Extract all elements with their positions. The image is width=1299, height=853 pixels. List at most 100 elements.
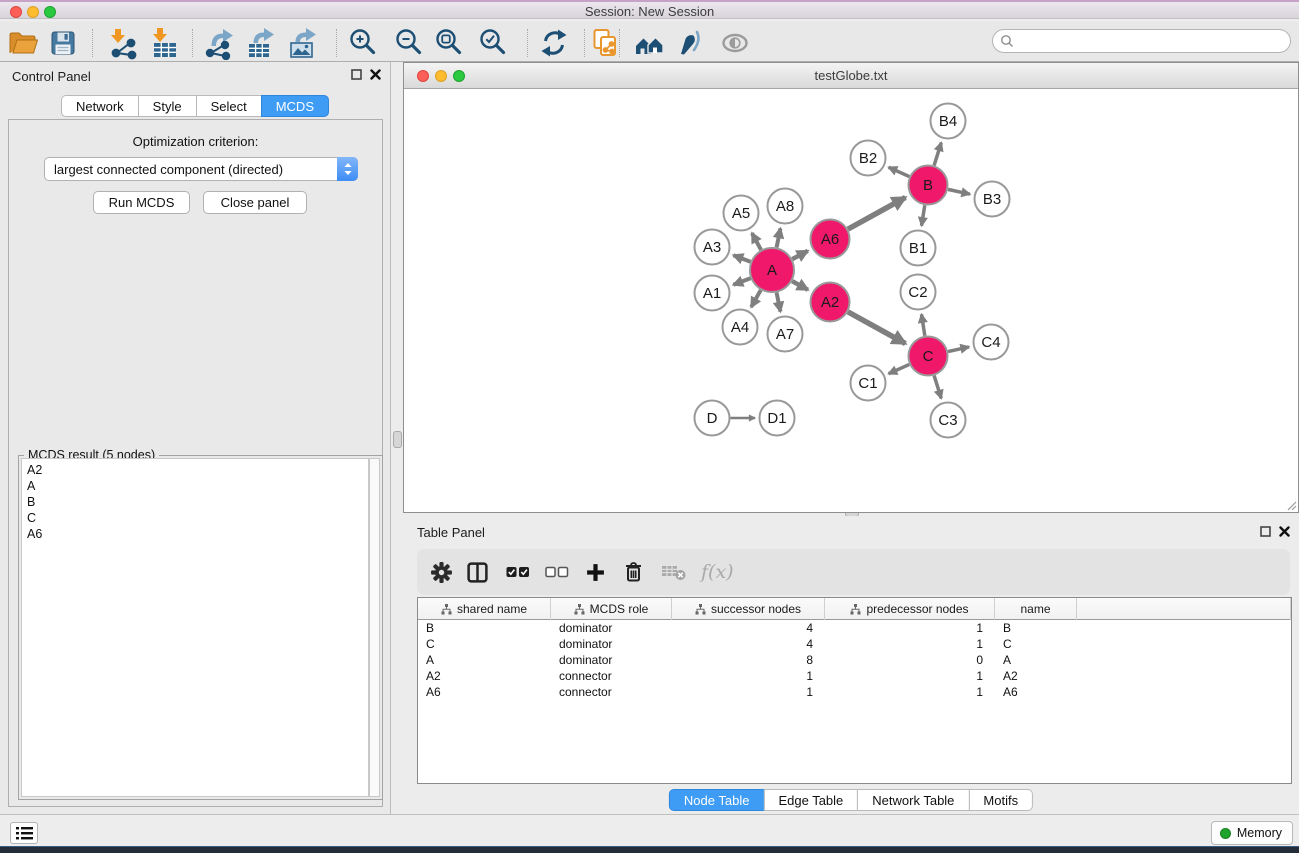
graph-edge-B-B1[interactable] (922, 205, 925, 225)
tab-node-table[interactable]: Node Table (669, 789, 765, 811)
export-image-icon[interactable] (285, 26, 319, 60)
graph-edge-A-A7[interactable] (777, 293, 781, 312)
export-network-icon[interactable] (203, 26, 237, 60)
mcds-result-item[interactable]: A (27, 478, 368, 494)
tab-style[interactable]: Style (138, 95, 197, 117)
graph-edge-C-C1[interactable] (889, 364, 910, 373)
float-panel-icon[interactable] (1260, 526, 1271, 537)
table-cell[interactable]: 1 (672, 668, 825, 684)
mcds-result-item[interactable]: A2 (27, 462, 368, 478)
window-resize-handle[interactable] (1285, 499, 1297, 511)
graph-edge-A2-C[interactable] (848, 312, 905, 344)
table-cell[interactable]: A6 (995, 684, 1077, 700)
table-cell[interactable]: B (418, 620, 551, 636)
table-cell[interactable]: 4 (672, 636, 825, 652)
column-selector-icon[interactable] (466, 561, 489, 584)
mcds-result-item[interactable]: B (27, 494, 368, 510)
tab-motifs[interactable]: Motifs (968, 789, 1033, 811)
column-header-successor-nodes[interactable]: successor nodes (672, 598, 825, 620)
table-cell[interactable]: 8 (672, 652, 825, 668)
column-header-predecessor-nodes[interactable]: predecessor nodes (825, 598, 995, 620)
graph-edge-A-A5[interactable] (752, 233, 761, 250)
import-network-icon[interactable] (104, 26, 138, 60)
table-cell[interactable]: 1 (825, 684, 995, 700)
zoom-selected-icon[interactable] (476, 26, 510, 60)
network-canvas[interactable]: B4B2BB3A5A8A6B1A3AC2A1A2A4A7C4CC1DD1C3 (404, 89, 1298, 512)
new-network-from-selection-icon[interactable] (588, 26, 622, 60)
zoom-out-icon[interactable] (392, 26, 426, 60)
graph-edge-B-B3[interactable] (948, 189, 970, 194)
close-panel-button[interactable]: Close panel (203, 191, 307, 214)
birds-eye-view-icon[interactable] (718, 26, 752, 60)
table-cell[interactable]: 4 (672, 620, 825, 636)
graph-edge-C-C3[interactable] (934, 376, 941, 399)
mcds-result-scrollbar[interactable] (369, 458, 380, 797)
table-cell[interactable]: A (418, 652, 551, 668)
table-cell[interactable]: 1 (825, 620, 995, 636)
tab-select[interactable]: Select (196, 95, 262, 117)
table-cell[interactable]: 1 (825, 636, 995, 652)
graph-edge-A-A2[interactable] (792, 281, 808, 290)
vertical-splitter-handle[interactable] (393, 431, 402, 448)
save-session-icon[interactable] (46, 26, 80, 60)
mcds-result-item[interactable]: A6 (27, 526, 368, 542)
select-all-rows-icon[interactable] (506, 565, 530, 579)
table-cell[interactable]: A (995, 652, 1077, 668)
table-cell[interactable]: dominator (551, 620, 672, 636)
table-row[interactable]: Bdominator41B (418, 620, 1291, 636)
graph-edge-B-B2[interactable] (889, 167, 910, 176)
table-row[interactable]: Cdominator41C (418, 636, 1291, 652)
zoom-in-icon[interactable] (346, 26, 380, 60)
table-cell[interactable]: dominator (551, 652, 672, 668)
import-table-icon[interactable] (146, 26, 180, 60)
table-cell[interactable]: connector (551, 668, 672, 684)
table-row[interactable]: Adominator80A (418, 652, 1291, 668)
column-header-name[interactable]: name (995, 598, 1077, 620)
table-cell[interactable]: 1 (672, 684, 825, 700)
cytoscape-home-icon[interactable] (632, 26, 666, 60)
close-panel-icon[interactable] (1279, 526, 1290, 537)
graph-edge-A-A8[interactable] (777, 228, 781, 247)
table-cell[interactable]: connector (551, 684, 672, 700)
refresh-view-icon[interactable] (537, 26, 571, 60)
tab-network-table[interactable]: Network Table (857, 789, 969, 811)
delete-column-icon[interactable] (623, 561, 644, 583)
table-cell[interactable]: C (418, 636, 551, 652)
graph-edge-A-A3[interactable] (733, 255, 750, 262)
table-cell[interactable]: A6 (418, 684, 551, 700)
table-cell[interactable]: C (995, 636, 1077, 652)
graph-edge-A-A6[interactable] (792, 251, 807, 259)
graph-edge-A-A4[interactable] (751, 290, 761, 307)
table-cell[interactable]: 0 (825, 652, 995, 668)
search-input[interactable] (1014, 34, 1290, 48)
toggle-graphics-details-icon[interactable] (672, 26, 706, 60)
tab-mcds[interactable]: MCDS (261, 95, 329, 117)
column-header-shared-name[interactable]: shared name (418, 598, 551, 620)
task-history-button[interactable] (10, 822, 38, 844)
table-settings-icon[interactable] (430, 561, 453, 584)
add-column-icon[interactable] (585, 562, 606, 583)
memory-button[interactable]: Memory (1211, 821, 1293, 845)
table-cell[interactable]: B (995, 620, 1077, 636)
tab-edge-table[interactable]: Edge Table (763, 789, 858, 811)
table-cell[interactable]: A2 (418, 668, 551, 684)
network-graph[interactable]: B4B2BB3A5A8A6B1A3AC2A1A2A4A7C4CC1DD1C3 (404, 89, 1298, 512)
table-cell[interactable]: 1 (825, 668, 995, 684)
table-row[interactable]: A6connector11A6 (418, 684, 1291, 700)
graph-edge-C-C2[interactable] (921, 314, 924, 335)
criterion-dropdown[interactable]: largest connected component (directed) (44, 157, 358, 181)
search-field[interactable] (992, 29, 1291, 53)
table-cell[interactable]: A2 (995, 668, 1077, 684)
deselect-all-rows-icon[interactable] (545, 565, 569, 579)
table-row[interactable]: A2connector11A2 (418, 668, 1291, 684)
run-mcds-button[interactable]: Run MCDS (93, 191, 190, 214)
zoom-fit-icon[interactable] (432, 26, 466, 60)
graph-edge-A-A1[interactable] (733, 278, 750, 285)
float-panel-icon[interactable] (351, 69, 362, 80)
graph-edge-B-B4[interactable] (934, 143, 941, 166)
column-header-MCDS-role[interactable]: MCDS role (551, 598, 672, 620)
close-panel-icon[interactable] (370, 69, 381, 80)
export-table-icon[interactable] (243, 26, 277, 60)
mcds-result-item[interactable]: C (27, 510, 368, 526)
open-file-icon[interactable] (6, 26, 40, 60)
